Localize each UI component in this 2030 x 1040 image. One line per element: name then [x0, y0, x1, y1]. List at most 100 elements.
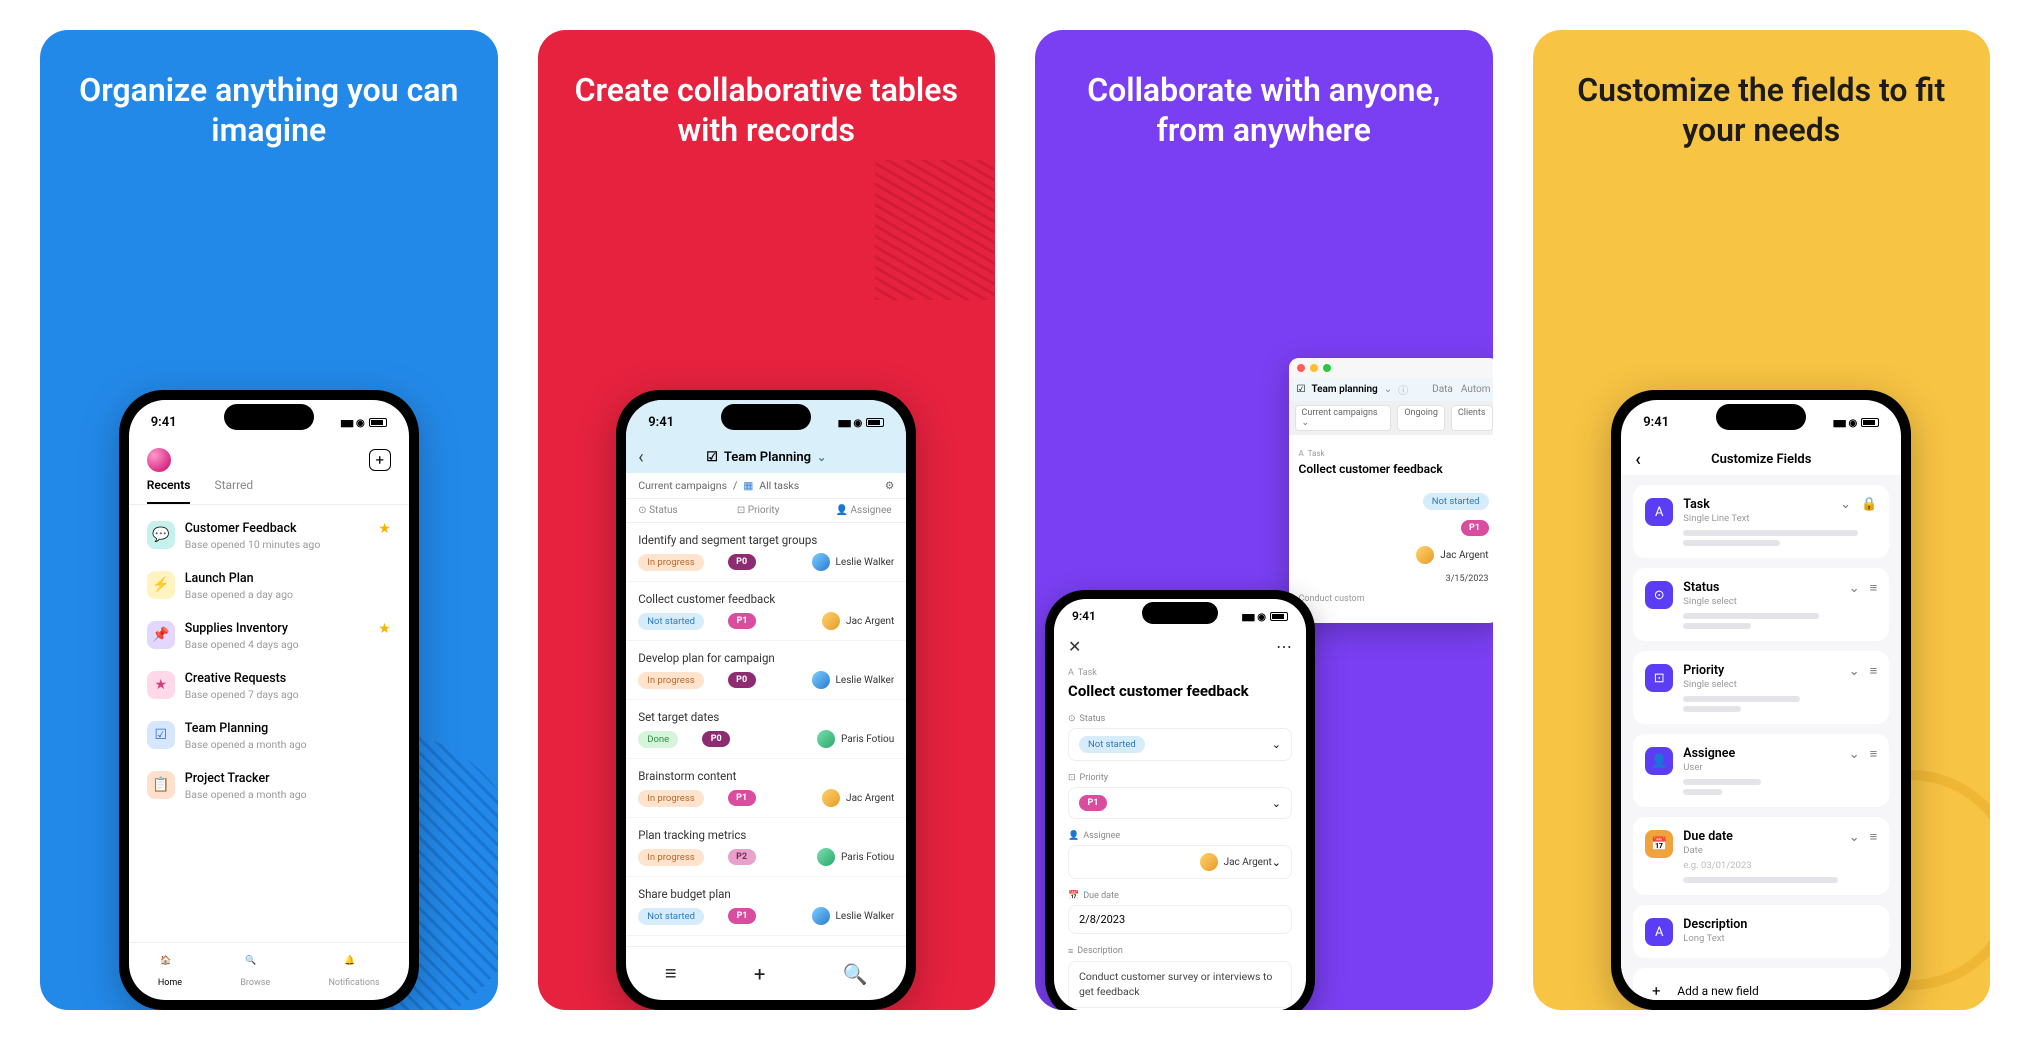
user-icon: 👤	[1068, 831, 1079, 841]
item-title: Supplies Inventory	[185, 621, 299, 636]
chevron-down-icon[interactable]: ⌄	[1384, 384, 1392, 395]
nav-home[interactable]: 🏠Home	[158, 956, 182, 988]
promo-panel-tables: Create collaborative tables with records…	[538, 30, 996, 1010]
drag-handle-icon[interactable]: ≡	[1870, 829, 1878, 845]
tab-starred[interactable]: Starred	[214, 478, 253, 504]
list-item[interactable]: ⚡ Launch Plan Base opened a day ago	[139, 561, 399, 611]
description-textarea[interactable]: Conduct customer survey or interviews to…	[1068, 961, 1292, 1008]
assignee-select[interactable]: Jac Argent⌄	[1068, 845, 1292, 879]
field-card[interactable]: 📅 Due date Date e.g. 03/01/2023 ⌄ ≡	[1633, 817, 1889, 895]
traffic-min-icon[interactable]	[1310, 364, 1318, 372]
table-row[interactable]: Set target dates Done P0 Paris Fotiou	[626, 700, 906, 759]
table-row[interactable]: Develop plan for campaign In progress P0…	[626, 641, 906, 700]
field-card[interactable]: A Description Long Text	[1633, 905, 1889, 958]
col-status: ⊙ Status	[638, 505, 697, 516]
list-item[interactable]: 💬 Customer Feedback Base opened 10 minut…	[139, 511, 399, 561]
status-icon: ⊙	[1068, 714, 1076, 724]
add-icon[interactable]: +	[754, 962, 765, 986]
star-icon[interactable]: ★	[378, 521, 391, 537]
drag-handle-icon[interactable]: ≡	[1870, 663, 1878, 679]
subtab-current[interactable]: Current campaigns ⌄	[1295, 405, 1392, 431]
promo-panel-collaborate: Collaborate with anyone, from anywhere ☑…	[1035, 30, 1493, 1010]
recents-list: 💬 Customer Feedback Base opened 10 minut…	[129, 505, 409, 942]
lock-icon: 🔒	[1861, 497, 1877, 512]
field-type-icon: 📅	[1645, 830, 1673, 858]
subtab-ongoing[interactable]: Ongoing	[1397, 405, 1445, 431]
crumb-view[interactable]: All tasks	[759, 479, 799, 492]
tab-data[interactable]: Data	[1432, 384, 1453, 395]
assignee: Leslie Walker	[812, 671, 895, 689]
field-type-icon: 👤	[1645, 747, 1673, 775]
field-card[interactable]: 👤 Assignee User ⌄ ≡	[1633, 734, 1889, 807]
base-icon: ⚡	[147, 571, 175, 599]
more-icon[interactable]: ⋯	[1276, 637, 1292, 656]
crumb-current[interactable]: Current campaigns	[638, 479, 727, 492]
table-row[interactable]: Do final review of assets	[626, 936, 906, 946]
close-icon[interactable]: ✕	[1068, 637, 1081, 656]
dynamic-island	[1142, 602, 1218, 624]
user-avatar[interactable]	[147, 448, 171, 472]
promo-panel-customize: Customize the fields to fit your needs 9…	[1533, 30, 1991, 1010]
chevron-down-icon[interactable]: ⌄	[817, 451, 826, 464]
table-row[interactable]: Identify and segment target groups In pr…	[626, 523, 906, 582]
chevron-down-icon[interactable]: ⌄	[1849, 664, 1860, 679]
tab-automations[interactable]: Autom	[1461, 384, 1491, 395]
text-icon: ≡	[1068, 946, 1073, 957]
priority-select[interactable]: P1⌄	[1068, 787, 1292, 819]
text-icon: A	[1299, 449, 1304, 458]
chevron-down-icon[interactable]: ⌄	[1840, 497, 1851, 512]
field-title: Description	[1683, 917, 1747, 932]
list-item[interactable]: ★ Creative Requests Base opened 7 days a…	[139, 661, 399, 711]
duedate-input[interactable]: 2/8/2023	[1068, 905, 1292, 934]
tab-recents[interactable]: Recents	[147, 478, 191, 504]
field-card[interactable]: ⊡ Priority Single select ⌄ ≡	[1633, 651, 1889, 724]
chevron-down-icon[interactable]: ⌄	[1849, 830, 1860, 845]
table-row[interactable]: Share budget plan Not started P1 Leslie …	[626, 877, 906, 936]
home-icon: 🏠	[160, 956, 180, 976]
nav-browse[interactable]: 🔍Browse	[240, 956, 270, 988]
add-field-button[interactable]: +Add a new field	[1633, 968, 1889, 1000]
drag-handle-icon[interactable]: ≡	[1870, 746, 1878, 762]
chevron-down-icon[interactable]: ⌄	[1849, 747, 1860, 762]
chevron-down-icon[interactable]: ⌄	[1849, 581, 1860, 596]
row-title: Identify and segment target groups	[638, 533, 894, 547]
assignee: Jac Argent	[822, 789, 894, 807]
field-card[interactable]: ⊙ Status Single select ⌄ ≡	[1633, 568, 1889, 641]
info-icon[interactable]: ⓘ	[1398, 382, 1408, 397]
drag-handle-icon[interactable]: ≡	[1870, 580, 1878, 596]
field-card[interactable]: A Task Single Line Text ⌄ 🔒	[1633, 485, 1889, 558]
col-assignee: 👤 Assignee	[836, 505, 895, 516]
home-tabs: Recents Starred	[129, 478, 409, 505]
star-icon[interactable]: ★	[378, 621, 391, 637]
phone-mockup: 9:41 + Recents Starred 💬 Customer Feedba…	[119, 390, 419, 1010]
header-title: Customize Fields	[1711, 452, 1811, 467]
traffic-max-icon[interactable]	[1323, 364, 1331, 372]
nav-notifications[interactable]: 🔔Notifications	[328, 956, 379, 988]
priority-pill: P1	[1461, 520, 1489, 536]
add-button[interactable]: +	[369, 449, 391, 471]
priority-pill: P2	[728, 849, 756, 865]
field-subtitle: Single select	[1683, 679, 1877, 690]
table-row[interactable]: Collect customer feedback Not started P1…	[626, 582, 906, 641]
traffic-close-icon[interactable]	[1297, 364, 1305, 372]
search-icon: 🔍	[245, 956, 265, 976]
list-item[interactable]: 📌 Supplies Inventory Base opened 4 days …	[139, 611, 399, 661]
status-select[interactable]: Not started⌄	[1068, 728, 1292, 761]
table-row[interactable]: Plan tracking metrics In progress P2 Par…	[626, 818, 906, 877]
subtab-clients[interactable]: Clients	[1451, 405, 1493, 431]
settings-icon[interactable]: ⚙	[885, 479, 894, 492]
search-icon[interactable]: 🔍	[843, 962, 868, 986]
assignee: Jac Argent	[822, 612, 894, 630]
field-subtitle: Date	[1683, 845, 1877, 856]
status-pill: Done	[638, 731, 678, 748]
list-item[interactable]: ☑ Team Planning Base opened a month ago	[139, 711, 399, 761]
back-icon[interactable]: ‹	[1635, 449, 1641, 470]
table-row[interactable]: Brainstorm content In progress P1 Jac Ar…	[626, 759, 906, 818]
item-subtitle: Base opened a month ago	[185, 738, 307, 751]
chevron-down-icon: ⌄	[1272, 856, 1281, 869]
field-subtitle: Long Text	[1683, 933, 1747, 944]
menu-icon[interactable]: ≡	[665, 961, 677, 986]
list-item[interactable]: 📋 Project Tracker Base opened a month ag…	[139, 761, 399, 811]
back-icon[interactable]: ‹	[638, 447, 643, 468]
assignee: Paris Fotiou	[817, 848, 894, 866]
